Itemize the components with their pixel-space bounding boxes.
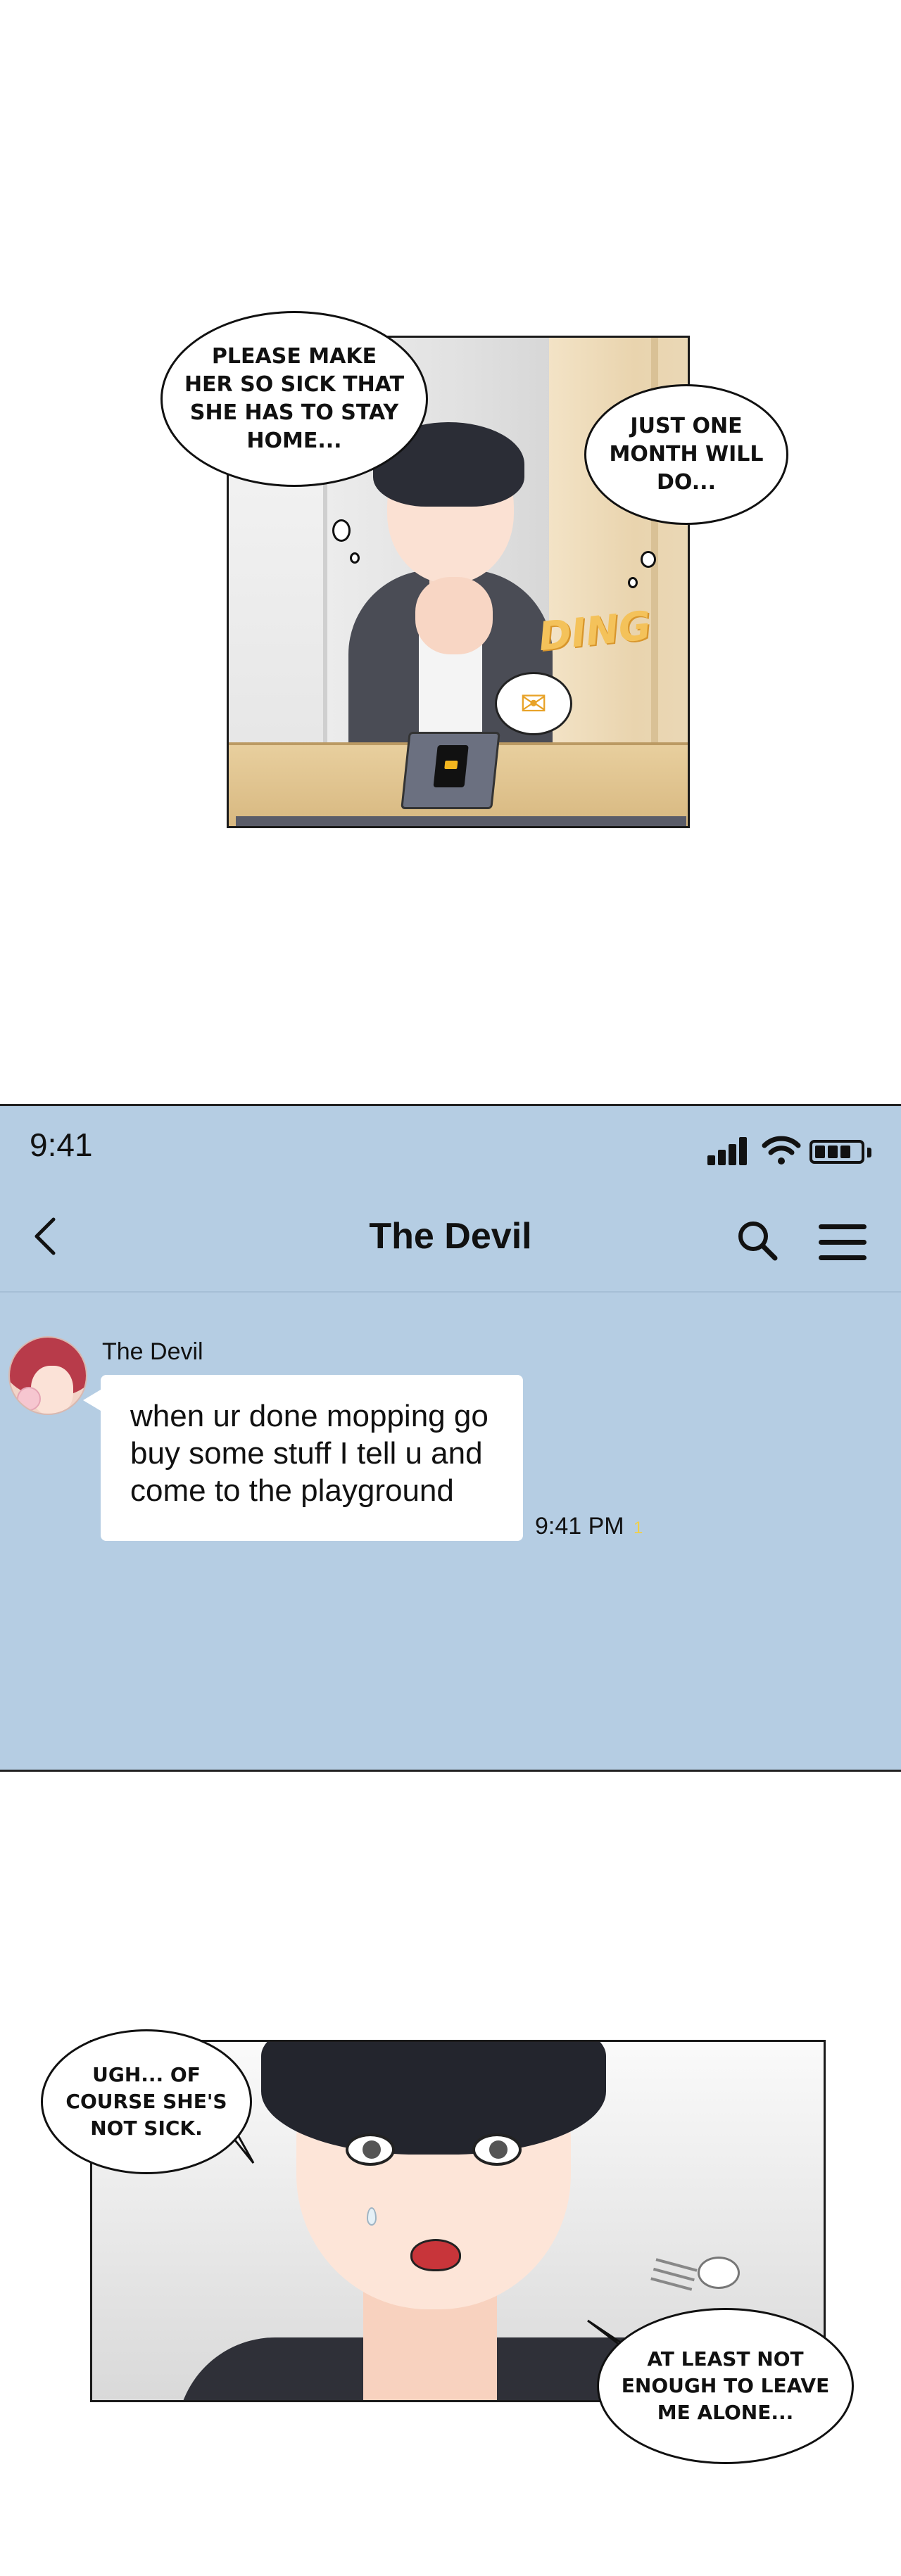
message-bubble[interactable]: when ur done mopping go buy some stuff I… (101, 1375, 523, 1541)
desk-edge (236, 816, 686, 826)
boy-eye-left (346, 2133, 395, 2166)
envelope-icon: ✉ (495, 672, 572, 735)
speech-bubble-left: UGH... OF COURSE SHE'S NOT SICK. (41, 2029, 252, 2174)
notification-icon (444, 761, 458, 769)
sigh-puff (698, 2257, 740, 2289)
phone-on-desk (401, 732, 500, 809)
avatar[interactable] (8, 1336, 87, 1415)
thought-dot (641, 551, 656, 568)
speech-text-right: AT LEAST NOT ENOUGH TO LEAVE ME ALONE... (621, 2347, 830, 2424)
thought-dot (628, 577, 638, 588)
back-chevron-icon[interactable] (27, 1215, 69, 1257)
wifi-icon (762, 1136, 801, 1165)
menu-icon[interactable] (819, 1224, 867, 1261)
search-icon[interactable] (736, 1219, 779, 1262)
signal-icon (707, 1137, 750, 1165)
sender-name: The Devil (102, 1338, 203, 1365)
chat-header: The Devil (0, 1176, 901, 1293)
message-timestamp: 9:41 PM (535, 1513, 624, 1540)
status-time: 9:41 (30, 1127, 93, 1163)
boy-clasped-hands (415, 577, 493, 654)
boy-mouth (410, 2239, 461, 2271)
battery-icon (809, 1140, 864, 1164)
speech-text-left: UGH... OF COURSE SHE'S NOT SICK. (65, 2063, 227, 2140)
unread-count: 1 (634, 1518, 643, 1537)
sweat-drop (367, 2207, 377, 2226)
thought-text-left: PLEASE MAKE HER SO SICK THAT SHE HAS TO … (184, 344, 405, 453)
phone-screen (433, 745, 469, 787)
thought-bubble-left: PLEASE MAKE HER SO SICK THAT SHE HAS TO … (160, 311, 428, 487)
thought-text-right: JUST ONE MONTH WILL DO... (609, 414, 764, 495)
thought-dot (332, 519, 351, 542)
status-bar: 9:41 (0, 1106, 901, 1176)
thought-dot (350, 552, 360, 564)
boy-eye-right (472, 2133, 522, 2166)
boy-hair (261, 2042, 606, 2155)
battery-tip (867, 1148, 871, 1157)
sigh-lines (655, 2258, 698, 2272)
message-text: when ur done mopping go buy some stuff I… (130, 1399, 489, 1508)
speech-bubble-right: AT LEAST NOT ENOUGH TO LEAVE ME ALONE... (597, 2308, 854, 2464)
thought-bubble-right: JUST ONE MONTH WILL DO... (584, 384, 788, 525)
messenger-screen: 9:41 The Devil The Devil when ur done mo… (0, 1104, 901, 1772)
